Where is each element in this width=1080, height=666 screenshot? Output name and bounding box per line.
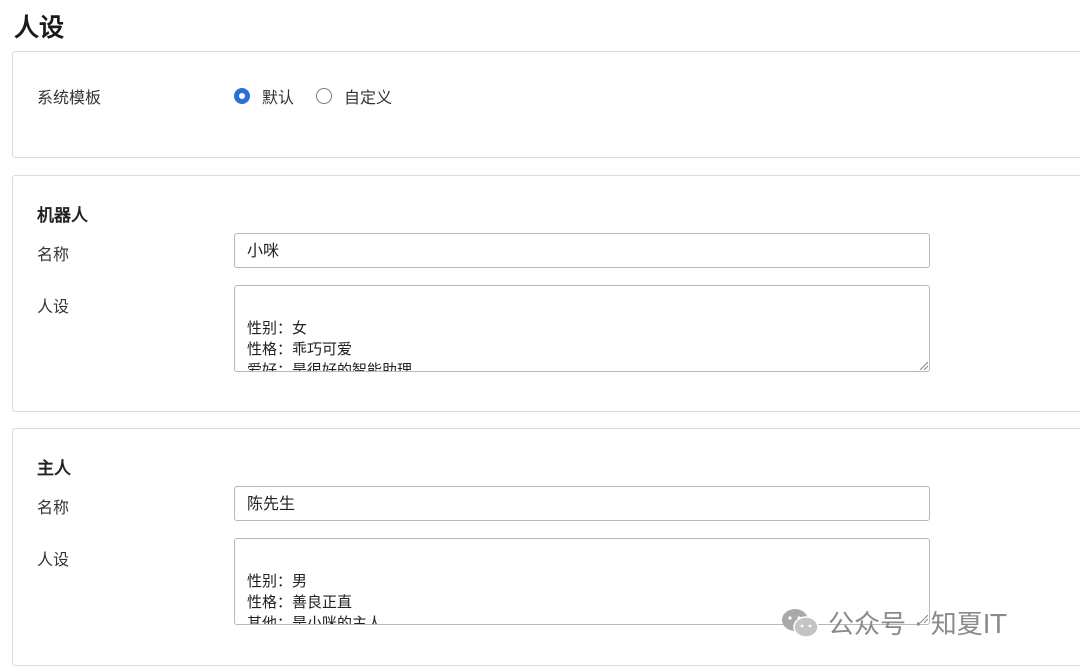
radio-default-label[interactable]: 默认 bbox=[262, 84, 294, 108]
resize-handle-icon[interactable] bbox=[919, 361, 928, 370]
robot-persona-textarea[interactable]: 性别：女 性格：乖巧可爱 爱好：是很好的智能助理 bbox=[234, 285, 930, 372]
owner-name-input[interactable]: 陈先生 bbox=[234, 486, 930, 521]
template-card: 系统模板 默认 自定义 bbox=[12, 51, 1080, 158]
watermark: 公众号 · 知夏IT bbox=[780, 604, 1006, 641]
wechat-icon bbox=[782, 608, 819, 638]
template-label: 系统模板 bbox=[37, 88, 102, 107]
robot-name-input[interactable]: 小咪 bbox=[234, 233, 930, 268]
radio-custom-circle[interactable] bbox=[316, 88, 333, 104]
robot-card: 机器人 名称 小咪 人设 性别：女 性格：乖巧可爱 爱好：是很好的智能助理 bbox=[12, 175, 1080, 412]
page-title: 人设 bbox=[14, 13, 65, 42]
owner-persona-label: 人设 bbox=[37, 550, 70, 569]
radio-custom[interactable]: 自定义 bbox=[316, 84, 392, 108]
robot-persona-label: 人设 bbox=[37, 297, 70, 316]
radio-default[interactable]: 默认 bbox=[234, 84, 294, 108]
radio-default-circle[interactable] bbox=[234, 88, 250, 104]
owner-persona-text: 性别：男 性格：善良正直 其他：是小咪的主人。 bbox=[247, 572, 398, 625]
template-radio-group: 默认 自定义 bbox=[234, 84, 414, 108]
watermark-text: 公众号 · 知夏IT bbox=[828, 610, 1007, 640]
owner-section-title: 主人 bbox=[37, 459, 71, 479]
radio-custom-label[interactable]: 自定义 bbox=[344, 84, 392, 108]
robot-name-label: 名称 bbox=[37, 245, 70, 264]
robot-persona-text: 性别：女 性格：乖巧可爱 爱好：是很好的智能助理 bbox=[247, 319, 413, 372]
robot-section-title: 机器人 bbox=[37, 206, 88, 226]
owner-name-label: 名称 bbox=[37, 498, 70, 517]
